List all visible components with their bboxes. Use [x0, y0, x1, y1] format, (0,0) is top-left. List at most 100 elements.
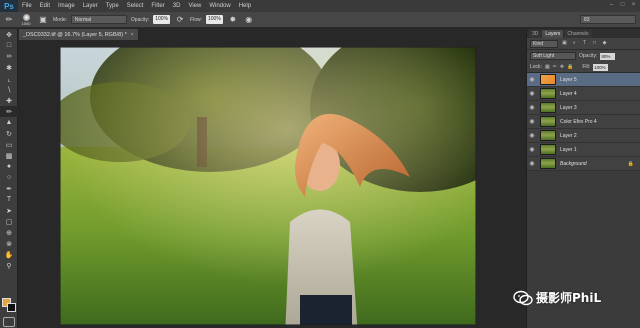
layer-row[interactable]: ◉ Layer 3 [527, 101, 640, 115]
smart-object-filter-icon[interactable]: ◆ [601, 40, 608, 47]
flow-input[interactable]: 100% [206, 15, 223, 24]
layer-row[interactable]: ◉ Layer 5 [527, 73, 640, 87]
panel-tabs: 3D Layers Channels [527, 29, 640, 38]
menu-type[interactable]: Type [102, 0, 123, 12]
toolbox: ✥ □ ∞ ✱ ⌞ ∖ ✚ ✏ ▲ ↻ ▭ ▩ ● ○ ✒ T ➤ ▢ ⊕ ⊗ … [0, 29, 18, 328]
move-tool-icon[interactable]: ✥ [0, 29, 18, 40]
lock-all-icon[interactable]: 🔒 [567, 64, 573, 70]
pen-tool-icon[interactable]: ✒ [0, 183, 18, 194]
healing-brush-tool-icon[interactable]: ✚ [0, 95, 18, 106]
menu-view[interactable]: View [184, 0, 205, 12]
mode-select[interactable]: Normal [70, 15, 127, 24]
maximize-button[interactable]: □ [618, 1, 627, 10]
brush-tool-icon[interactable]: ✏ [3, 14, 15, 26]
blend-mode-select[interactable]: Soft Light [530, 52, 576, 60]
layer-name: Layer 1 [560, 146, 577, 153]
close-document-icon[interactable]: × [131, 32, 134, 38]
menu-3d[interactable]: 3D [169, 0, 185, 12]
minimize-button[interactable]: – [607, 1, 616, 10]
opacity-input[interactable]: 100% [153, 15, 171, 24]
menu-edit[interactable]: Edit [36, 0, 54, 12]
wechat-logo-icon [513, 290, 533, 305]
brush-preset-picker[interactable]: 1000 [19, 13, 33, 26]
history-brush-tool-icon[interactable]: ↻ [0, 128, 18, 139]
marquee-tool-icon[interactable]: □ [0, 40, 18, 51]
opacity-label: Opacity: [130, 16, 150, 23]
brush-panel-toggle-icon[interactable]: ▣ [37, 14, 49, 26]
visibility-eye-icon[interactable]: ◉ [527, 118, 537, 125]
airbrush-icon[interactable]: ✸ [227, 14, 239, 26]
flow-label: Flow: [190, 16, 202, 23]
quick-select-tool-icon[interactable]: ✱ [0, 62, 18, 73]
blur-tool-icon[interactable]: ● [0, 161, 18, 172]
shape-filter-icon[interactable]: □ [591, 40, 598, 47]
pixel-filter-icon[interactable]: ▣ [561, 40, 568, 47]
pressure-opacity-icon[interactable]: ⟳ [174, 14, 186, 26]
visibility-eye-icon[interactable]: ◉ [527, 160, 537, 167]
eyedropper-tool-icon[interactable]: ∖ [0, 84, 18, 95]
layer-row[interactable]: ◉ Layer 2 [527, 129, 640, 143]
close-window-button[interactable]: × [629, 1, 638, 10]
fill-input[interactable]: 100% [593, 63, 609, 71]
document-canvas[interactable] [60, 47, 476, 325]
kind-filter-select[interactable]: Kind [530, 39, 558, 48]
layer-row[interactable]: ◉ Layer 4 [527, 87, 640, 101]
gradient-tool-icon[interactable]: ▩ [0, 150, 18, 161]
3d-tool-icon[interactable]: ⊕ [0, 227, 18, 238]
pressure-size-icon[interactable]: ◉ [243, 14, 255, 26]
tab-layers[interactable]: Layers [542, 30, 564, 38]
layer-name: Color Efex Pro 4 [560, 118, 597, 125]
layer-opacity-input[interactable]: 80% [600, 52, 616, 60]
lock-position-icon[interactable]: ✥ [560, 64, 564, 70]
visibility-eye-icon[interactable]: ◉ [527, 76, 537, 83]
clone-stamp-tool-icon[interactable]: ▲ [0, 117, 18, 128]
menu-file[interactable]: File [18, 0, 36, 12]
zoom-tool-icon[interactable]: ⚲ [0, 260, 18, 271]
quick-mask-button[interactable] [3, 317, 15, 327]
background-color-swatch[interactable] [7, 303, 16, 312]
brush-tip-icon [22, 13, 30, 21]
menu-image[interactable]: Image [54, 0, 79, 12]
type-filter-icon[interactable]: T [581, 40, 588, 47]
brush-size-value: 1000 [21, 20, 31, 26]
layer-name: Layer 4 [560, 90, 577, 97]
dodge-tool-icon[interactable]: ○ [0, 172, 18, 183]
blend-row: Soft Light Opacity: 80% [527, 50, 640, 62]
layer-name: Layer 2 [560, 132, 577, 139]
visibility-eye-icon[interactable]: ◉ [527, 90, 537, 97]
shape-tool-icon[interactable]: ▢ [0, 216, 18, 227]
lock-pixels-icon[interactable]: ✏ [553, 64, 557, 70]
tab-3d[interactable]: 3D [529, 30, 542, 38]
brush-tool-icon-toolbox[interactable]: ✏ [0, 106, 18, 117]
eraser-tool-icon[interactable]: ▭ [0, 139, 18, 150]
hand-tool-icon[interactable]: ✋ [0, 249, 18, 260]
adjustment-filter-icon[interactable]: ◐ [571, 40, 578, 47]
visibility-eye-icon[interactable]: ◉ [527, 104, 537, 111]
visibility-eye-icon[interactable]: ◉ [527, 132, 537, 139]
layer-thumbnail [540, 130, 556, 141]
layer-row[interactable]: ◉ Layer 1 [527, 143, 640, 157]
menu-layer[interactable]: Layer [79, 0, 102, 12]
layer-row[interactable]: ◉ Color Efex Pro 4 [527, 115, 640, 129]
layer-thumbnail [540, 74, 556, 85]
3d-camera-tool-icon[interactable]: ⊗ [0, 238, 18, 249]
workspace-select[interactable]: 83 [580, 15, 636, 24]
layer-thumbnail [540, 144, 556, 155]
tab-channels[interactable]: Channels [564, 30, 592, 38]
menu-select[interactable]: Select [123, 0, 148, 12]
lasso-tool-icon[interactable]: ∞ [0, 51, 18, 62]
menu-filter[interactable]: Filter [147, 0, 168, 12]
visibility-eye-icon[interactable]: ◉ [527, 146, 537, 153]
lock-label: Lock: [530, 64, 542, 70]
lock-transparency-icon[interactable]: ▦ [545, 64, 550, 70]
layer-row[interactable]: ◉ Background 🔒 [527, 157, 640, 171]
document-tab[interactable]: _DSC0332.tif @ 16.7% (Layer 5, RGB/8) * … [19, 29, 139, 40]
path-selection-tool-icon[interactable]: ➤ [0, 205, 18, 216]
layers-panel: 3D Layers Channels Kind ▣ ◐ T □ ◆ Soft L… [526, 29, 640, 328]
layer-thumbnail [540, 158, 556, 169]
menu-help[interactable]: Help [235, 0, 255, 12]
type-tool-icon[interactable]: T [0, 194, 18, 205]
menu-window[interactable]: Window [205, 0, 234, 12]
crop-tool-icon[interactable]: ⌞ [0, 73, 18, 84]
color-swatches[interactable] [2, 298, 16, 312]
